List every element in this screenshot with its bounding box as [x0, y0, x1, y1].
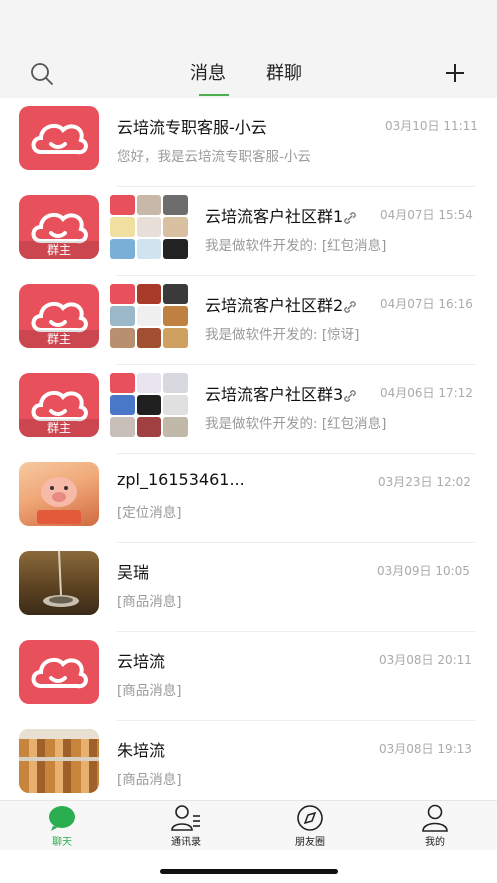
conversation-row[interactable]: 吴瑞 03月09日 10:05 [商品消息]	[0, 543, 497, 632]
conversation-preview: [商品消息]	[117, 772, 182, 788]
conversation-preview: [商品消息]	[117, 594, 182, 610]
tab-me[interactable]: 我的	[395, 804, 475, 848]
conversation-time: 04月07日 15:54	[380, 208, 473, 222]
link-icon	[344, 389, 357, 402]
conversation-name: 云培流专职客服-小云	[117, 118, 267, 137]
conversation-preview: [商品消息]	[117, 683, 182, 699]
search-icon[interactable]	[29, 61, 55, 87]
home-indicator-area	[0, 850, 497, 883]
conversation-name: 云培流	[117, 652, 166, 671]
conversation-name: 云培流客户社区群1	[205, 203, 357, 227]
conversation-row[interactable]: 群主 云培流客户社区群2 04月07日 16:16 我是做软件开发的: [惊讶]	[0, 276, 497, 365]
conversation-row[interactable]: 云培流专职客服-小云 03月10日 11:11 您好，我是云培流专职客服-小云	[0, 98, 497, 187]
conversation-time: 04月06日 17:12	[380, 386, 473, 400]
compass-icon	[297, 805, 323, 831]
conversation-row[interactable]: 群主 云培流客户社区群1 04月07日 15:54 我是做软件开发的: [红包消…	[0, 187, 497, 276]
group-owner-tag: 群主	[19, 330, 99, 348]
conversation-row[interactable]: 群主 云培流客户社区群3 04月06日 17:12 我是做软件开发的: [红包消…	[0, 365, 497, 454]
bakery-photo-avatar	[19, 729, 99, 793]
conversation-time: 04月07日 16:16	[380, 297, 473, 311]
conversation-name: 吴瑞	[117, 563, 150, 582]
conversation-time: 03月08日 19:13	[379, 742, 472, 756]
group-member-grid	[110, 373, 188, 437]
link-icon	[344, 300, 357, 313]
cloud-logo-avatar: 群主	[19, 373, 99, 437]
conversation-list[interactable]: 云培流专职客服-小云 03月10日 11:11 您好，我是云培流专职客服-小云 …	[0, 98, 497, 800]
cloud-logo-avatar: 群主	[19, 284, 99, 348]
pig-photo-avatar	[19, 462, 99, 526]
tab-moments[interactable]: 朋友圈	[270, 804, 350, 848]
group-owner-tag: 群主	[19, 419, 99, 437]
top-nav-bar: 消息 群聊	[0, 55, 497, 98]
group-member-grid	[110, 284, 188, 348]
conversation-name: 云培流客户社区群3	[205, 381, 357, 405]
cloud-logo-avatar: 群主	[19, 195, 99, 259]
conversation-preview: 您好，我是云培流专职客服-小云	[117, 149, 311, 165]
active-tab-indicator	[199, 94, 229, 96]
chat-bubble-icon	[49, 806, 75, 831]
tab-group-chats[interactable]: 群聊	[266, 59, 302, 85]
conversation-preview: 我是做软件开发的: [红包消息]	[205, 238, 387, 254]
conversation-preview: 我是做软件开发的: [红包消息]	[205, 416, 387, 432]
tab-contacts[interactable]: 通讯录	[146, 804, 226, 848]
conversation-preview: [定位消息]	[117, 505, 182, 521]
contacts-icon	[171, 805, 200, 831]
conversation-name: 朱培流	[117, 741, 166, 760]
cloud-logo-avatar	[19, 640, 99, 704]
person-icon	[422, 804, 448, 832]
status-bar	[0, 0, 497, 55]
conversation-row[interactable]: 云培流 03月08日 20:11 [商品消息]	[0, 632, 497, 721]
group-owner-tag: 群主	[19, 241, 99, 259]
conversation-preview: 我是做软件开发的: [惊讶]	[205, 327, 360, 343]
plus-icon[interactable]	[441, 59, 469, 87]
conversation-row[interactable]: zpl_16153461... 03月23日 12:02 [定位消息]	[0, 454, 497, 543]
cloud-logo-avatar	[19, 106, 99, 170]
conversation-time: 03月09日 10:05	[377, 564, 470, 578]
home-indicator[interactable]	[160, 869, 338, 874]
bottom-tab-bar: 聊天 通讯录 朋友圈 我的	[0, 800, 497, 851]
tab-messages[interactable]: 消息	[190, 59, 226, 85]
conversation-time: 03月08日 20:11	[379, 653, 472, 667]
group-member-grid	[110, 195, 188, 259]
conversation-name: zpl_16153461...	[117, 470, 245, 489]
conversation-time: 03月23日 12:02	[378, 475, 471, 489]
conversation-name: 云培流客户社区群2	[205, 292, 357, 316]
tab-chat[interactable]: 聊天	[22, 804, 102, 848]
conversation-time: 03月10日 11:11	[385, 119, 478, 133]
link-icon	[344, 211, 357, 224]
conversation-row[interactable]: 朱培流 03月08日 19:13 [商品消息]	[0, 721, 497, 800]
spoon-photo-avatar	[19, 551, 99, 615]
